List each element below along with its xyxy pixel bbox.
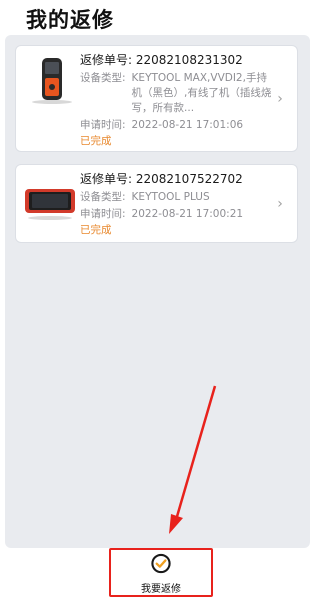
status-badge: 已完成 <box>80 224 112 236</box>
handheld-key-programmer-icon <box>32 58 72 104</box>
order-number-label: 返修单号: <box>80 53 133 67</box>
device-type-row: 设备类型: KEYTOOL MAX,VVDI2,手持机（黑色）,有线了机（插线烧… <box>80 71 275 116</box>
apply-time-row: 申请时间: 2022-08-21 17:00:21 <box>80 207 275 222</box>
device-type-label: 设备类型: <box>80 191 126 203</box>
order-number: 返修单号: 22082108231302 <box>80 52 275 69</box>
chevron-right-icon[interactable]: › <box>273 197 287 211</box>
order-number-value: 22082107522702 <box>135 172 243 186</box>
device-type-label: 设备类型: <box>80 72 126 84</box>
check-circle-icon <box>151 553 171 574</box>
order-number: 返修单号: 22082107522702 <box>80 171 275 188</box>
request-repair-button[interactable]: 我要返修 <box>109 548 213 597</box>
order-number-label: 返修单号: <box>80 172 133 186</box>
apply-time-value: 2022-08-21 17:01:06 <box>131 119 244 131</box>
device-type-value: KEYTOOL MAX,VVDI2,手持机（黑色）,有线了机（插线烧写，所有款.… <box>131 72 272 114</box>
apply-time-label: 申请时间: <box>80 208 126 220</box>
repair-order-card[interactable]: 返修单号: 22082107522702 设备类型: KEYTOOL PLUS … <box>15 164 298 243</box>
apply-time-label: 申请时间: <box>80 119 126 131</box>
tablet-device-icon <box>25 189 75 220</box>
page-title: 我的返修 <box>26 8 114 32</box>
device-type-row: 设备类型: KEYTOOL PLUS <box>80 190 275 205</box>
repair-order-card[interactable]: 返修单号: 22082108231302 设备类型: KEYTOOL MAX,V… <box>15 45 298 152</box>
apply-time-value: 2022-08-21 17:00:21 <box>131 208 244 220</box>
repair-list[interactable]: 返修单号: 22082108231302 设备类型: KEYTOOL MAX,V… <box>5 35 310 548</box>
status-badge: 已完成 <box>80 135 112 147</box>
order-number-value: 22082108231302 <box>135 53 243 67</box>
device-type-value: KEYTOOL PLUS <box>131 191 210 203</box>
chevron-right-icon[interactable]: › <box>273 92 287 106</box>
request-repair-label: 我要返修 <box>141 584 181 595</box>
apply-time-row: 申请时间: 2022-08-21 17:01:06 <box>80 118 275 133</box>
